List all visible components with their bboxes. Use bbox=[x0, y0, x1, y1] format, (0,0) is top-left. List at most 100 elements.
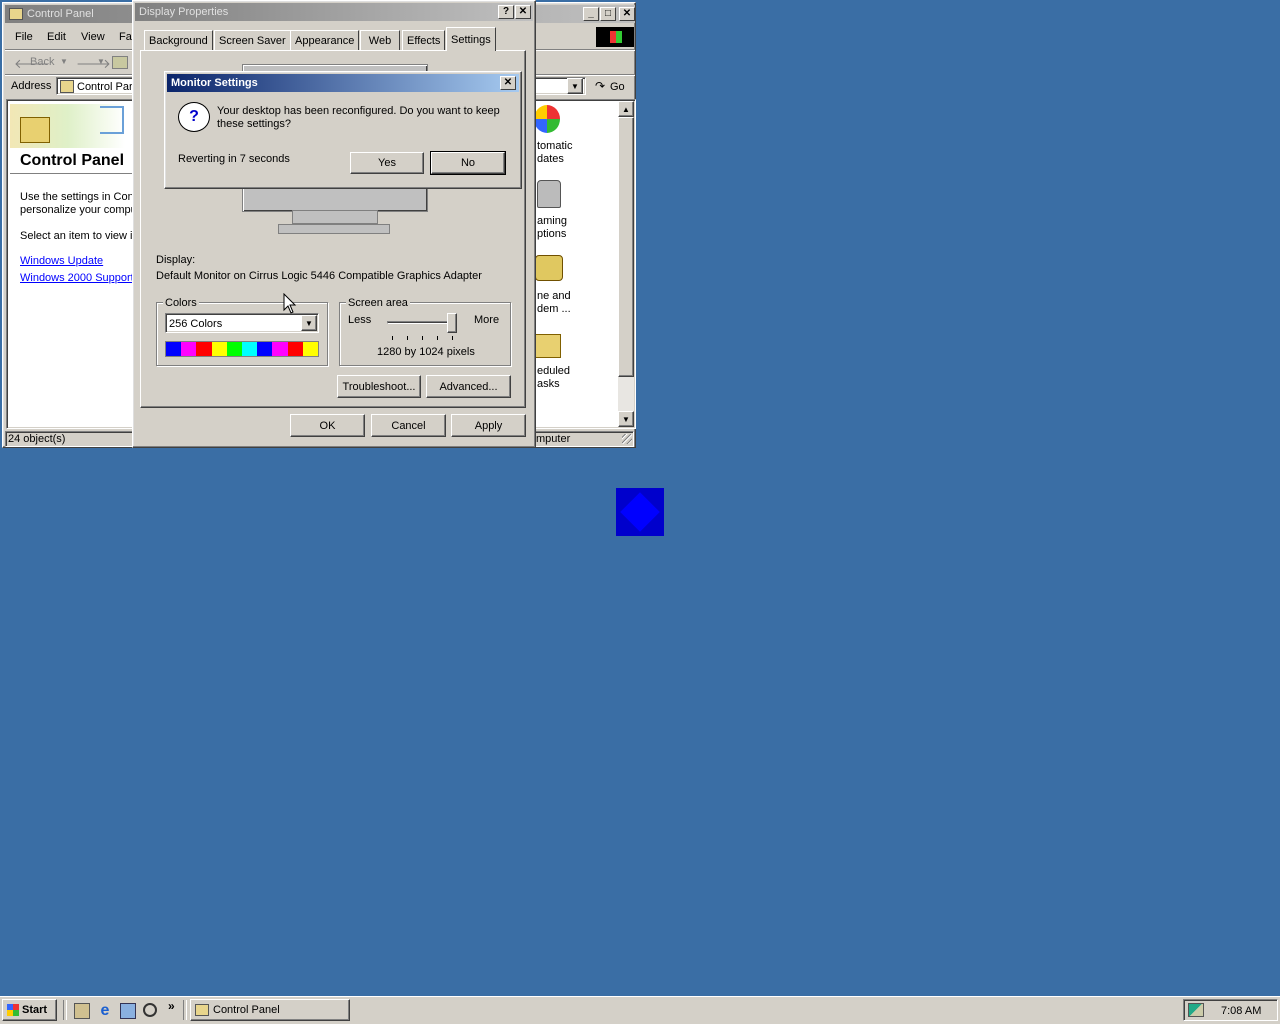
gaming-options-icon[interactable] bbox=[537, 180, 561, 208]
display-properties-titlebar[interactable]: Display Properties bbox=[135, 3, 533, 21]
yes-button[interactable]: Yes bbox=[350, 152, 424, 174]
monitor-neck-icon bbox=[292, 210, 378, 224]
gaming-options-label-1[interactable]: aming bbox=[537, 215, 567, 228]
tab-settings[interactable]: Settings bbox=[446, 27, 496, 51]
go-label[interactable]: Go bbox=[610, 81, 625, 93]
automatic-updates-label-1[interactable]: tomatic bbox=[537, 140, 572, 153]
windows-support-link[interactable]: Windows 2000 Support bbox=[20, 272, 134, 284]
cancel-button[interactable]: Cancel bbox=[371, 414, 446, 437]
arrow-cursor-icon bbox=[283, 293, 297, 314]
task-control-panel[interactable]: Control Panel bbox=[190, 999, 350, 1021]
menu-view[interactable]: View bbox=[81, 31, 105, 43]
ok-button[interactable]: OK bbox=[290, 414, 365, 437]
windows-flag-icon bbox=[610, 31, 622, 43]
question-icon: ? bbox=[178, 102, 210, 132]
more-label: More bbox=[474, 314, 500, 326]
resolution-slider-thumb[interactable] bbox=[447, 313, 457, 333]
menu-favorites[interactable]: Fa bbox=[119, 31, 132, 43]
start-button[interactable]: Start bbox=[2, 999, 57, 1021]
message-line-2: these settings? bbox=[217, 118, 291, 130]
less-label: Less bbox=[348, 314, 372, 326]
show-desktop-icon[interactable] bbox=[74, 1003, 90, 1019]
maximize-button[interactable]: □ bbox=[600, 7, 616, 21]
no-button[interactable]: No bbox=[430, 151, 506, 175]
color-swatch bbox=[257, 342, 273, 356]
tab-background[interactable]: Background bbox=[144, 30, 213, 50]
clock[interactable]: 7:08 AM bbox=[1221, 1005, 1261, 1017]
phone-modem-label-2[interactable]: dem ... bbox=[537, 303, 571, 316]
windows-update-link[interactable]: Windows Update bbox=[20, 255, 103, 267]
message-line-1: Your desktop has been reconfigured. Do y… bbox=[217, 105, 500, 117]
start-flag-icon bbox=[7, 1004, 19, 1016]
display-properties-title: Display Properties bbox=[139, 6, 229, 18]
color-palette-bar bbox=[165, 341, 319, 357]
scroll-thumb[interactable] bbox=[618, 117, 634, 377]
description-line-1: Use the settings in Cont bbox=[20, 191, 137, 203]
monitor-settings-title: Monitor Settings bbox=[171, 77, 258, 89]
help-button[interactable]: ? bbox=[498, 5, 514, 19]
automatic-updates-label-2[interactable]: dates bbox=[537, 153, 564, 166]
start-label: Start bbox=[22, 1004, 48, 1016]
control-panel-heading: Control Panel bbox=[20, 152, 125, 169]
up-folder-icon[interactable] bbox=[112, 56, 128, 69]
menu-edit[interactable]: Edit bbox=[47, 31, 66, 43]
go-arrow-icon[interactable]: ↷ bbox=[595, 79, 605, 93]
color-swatch bbox=[272, 342, 288, 356]
color-swatch bbox=[302, 342, 319, 356]
colors-select-value[interactable]: 256 Colors bbox=[169, 318, 222, 330]
scheduled-tasks-label-2[interactable]: asks bbox=[537, 378, 560, 391]
internet-explorer-icon[interactable]: e bbox=[97, 1003, 113, 1019]
colors-group-label: Colors bbox=[163, 297, 199, 309]
apply-button[interactable]: Apply bbox=[451, 414, 526, 437]
outlook-express-icon[interactable] bbox=[120, 1003, 136, 1019]
minimize-button[interactable]: _ bbox=[583, 7, 599, 21]
address-label: Address bbox=[11, 80, 52, 92]
display-label: Display: bbox=[156, 254, 196, 266]
description-line-2: personalize your compu bbox=[20, 204, 137, 216]
scheduled-tasks-label-1[interactable]: eduled bbox=[537, 365, 570, 378]
quicklaunch-more-icon[interactable]: » bbox=[168, 999, 175, 1013]
countdown-text: Reverting in 7 seconds bbox=[178, 153, 290, 165]
banner-folder-icon bbox=[20, 117, 50, 143]
automatic-updates-icon[interactable] bbox=[534, 105, 560, 133]
address-dropdown-button[interactable]: ▼ bbox=[567, 78, 583, 94]
tab-screen-saver[interactable]: Screen Saver bbox=[214, 30, 291, 50]
gaming-options-label-2[interactable]: ptions bbox=[537, 228, 566, 241]
display-close-button[interactable]: ✕ bbox=[515, 5, 531, 19]
color-swatch bbox=[287, 342, 303, 356]
phone-modem-label-1[interactable]: ne and bbox=[537, 290, 571, 303]
scheduled-tasks-icon[interactable] bbox=[535, 334, 561, 358]
network-tray-icon[interactable] bbox=[1188, 1003, 1204, 1017]
banner-frame-icon bbox=[100, 106, 124, 134]
tab-web[interactable]: Web bbox=[360, 30, 400, 50]
scroll-up-button[interactable]: ▲ bbox=[618, 101, 634, 117]
control-panel-title: Control Panel bbox=[27, 8, 94, 20]
color-swatch bbox=[226, 342, 243, 356]
tab-effects[interactable]: Effects bbox=[402, 30, 446, 50]
color-swatch bbox=[196, 342, 212, 356]
monitor-settings-titlebar[interactable]: Monitor Settings bbox=[167, 74, 519, 92]
advanced-button[interactable]: Advanced... bbox=[426, 375, 511, 398]
back-dropdown-icon[interactable]: ▼ bbox=[60, 57, 68, 66]
phone-modem-icon[interactable] bbox=[535, 255, 563, 281]
display-adapter-value: Default Monitor on Cirrus Logic 5446 Com… bbox=[156, 270, 482, 282]
search-icon[interactable] bbox=[143, 1003, 157, 1017]
troubleshoot-button[interactable]: Troubleshoot... bbox=[337, 375, 421, 398]
quicklaunch-divider-2 bbox=[183, 1000, 187, 1020]
color-swatch bbox=[166, 342, 182, 356]
close-button[interactable]: ✕ bbox=[619, 7, 635, 21]
resize-grip-icon[interactable] bbox=[622, 434, 632, 444]
quicklaunch-divider bbox=[63, 1000, 67, 1020]
monitor-settings-close-button[interactable]: ✕ bbox=[500, 76, 516, 90]
desktop-diamond-icon bbox=[616, 488, 664, 536]
address-value[interactable]: Control Par bbox=[77, 81, 133, 93]
forward-arrow-icon[interactable]: 🡒 bbox=[76, 56, 111, 72]
scroll-down-button[interactable]: ▼ bbox=[618, 411, 634, 427]
menu-file[interactable]: File bbox=[15, 31, 33, 43]
color-swatch bbox=[242, 342, 258, 356]
tab-appearance[interactable]: Appearance bbox=[290, 30, 360, 50]
monitor-base-icon bbox=[278, 224, 390, 234]
back-label[interactable]: Back bbox=[30, 56, 54, 68]
forward-dropdown-icon[interactable]: ▼ bbox=[97, 57, 105, 66]
colors-dropdown-button[interactable]: ▼ bbox=[301, 315, 317, 331]
